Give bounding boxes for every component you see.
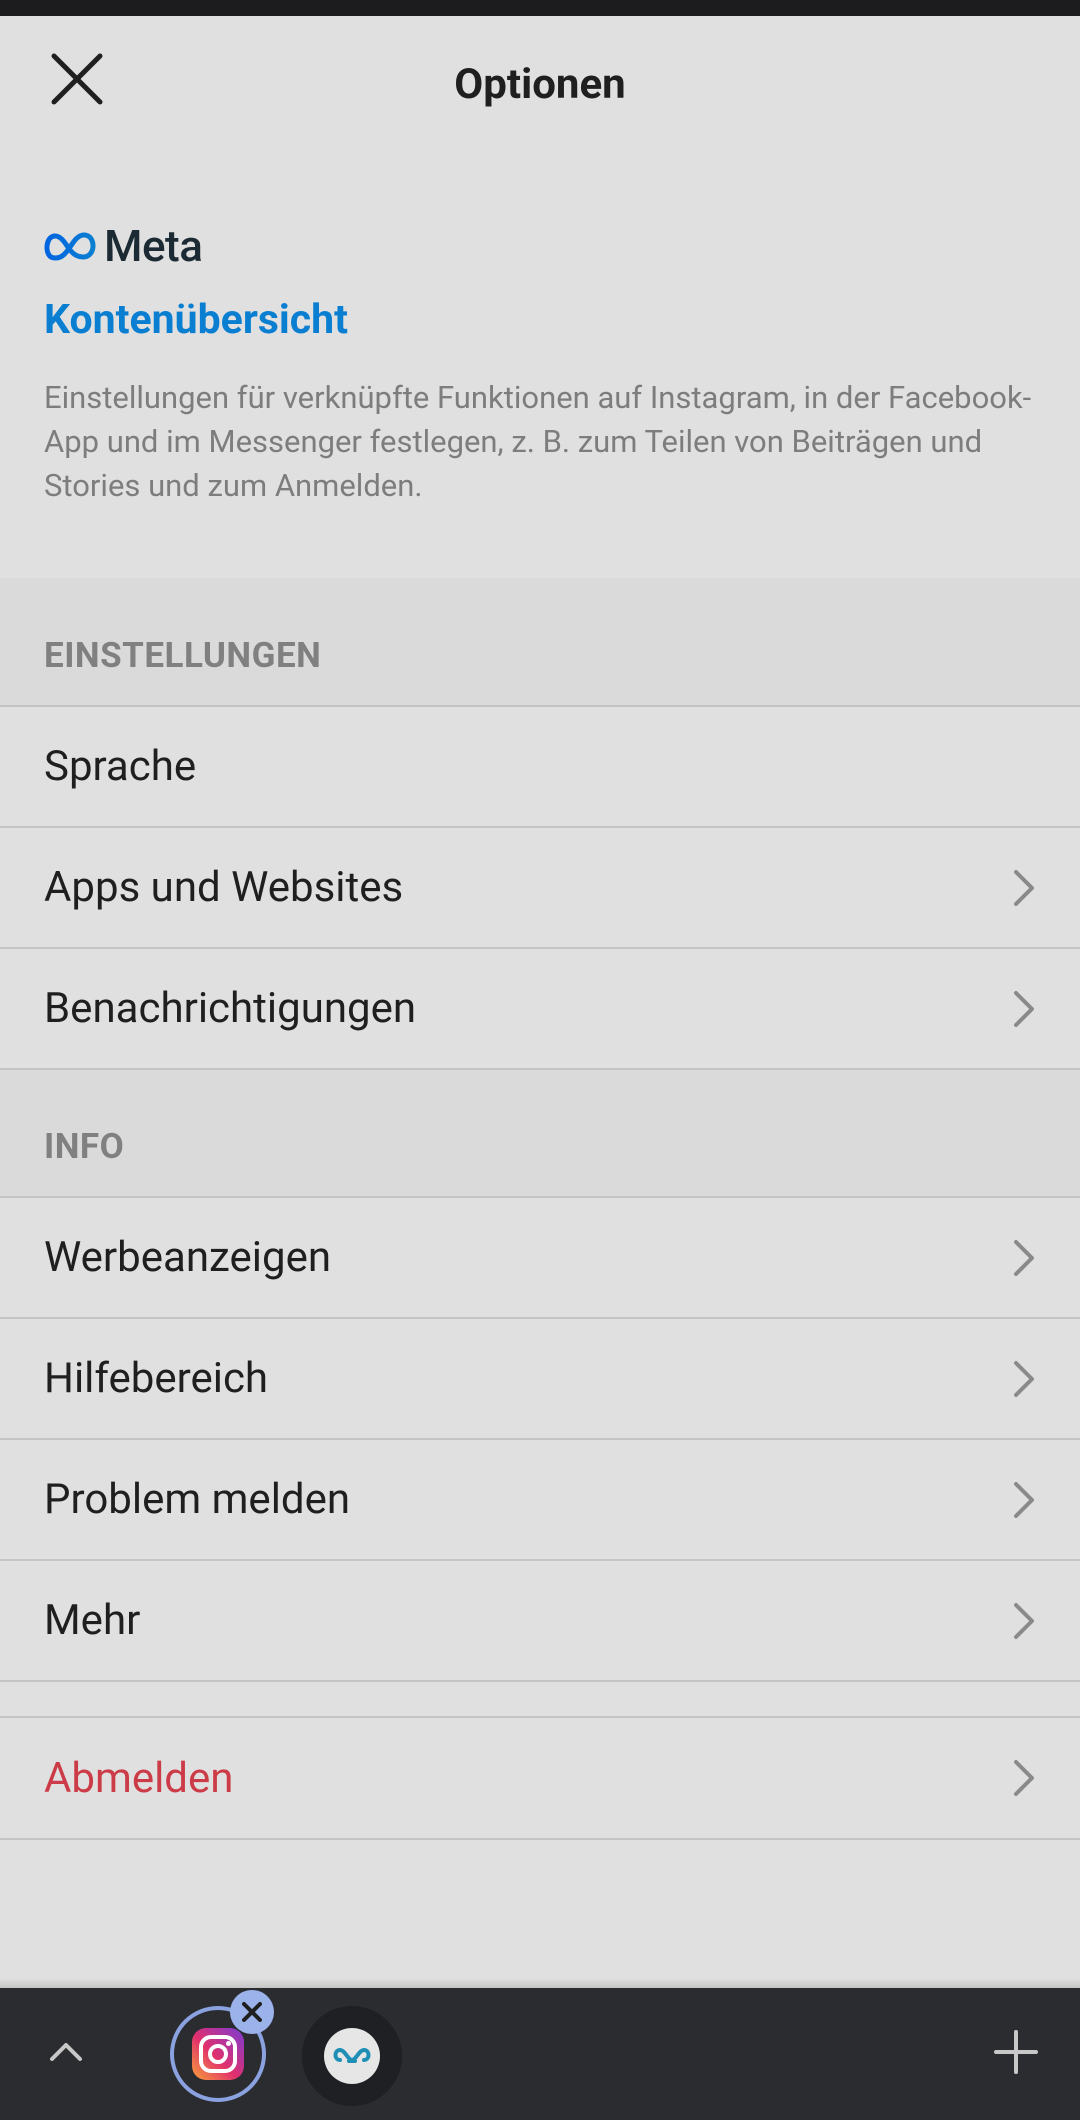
settings-item-language[interactable]: Sprache (0, 705, 1080, 826)
info-item-help[interactable]: Hilfebereich (0, 1317, 1080, 1438)
second-app-button[interactable] (302, 2006, 402, 2106)
item-label: Mehr (44, 1596, 141, 1645)
bottom-bar-shadow (0, 1978, 1080, 1988)
chevron-right-icon (1014, 1360, 1034, 1397)
chevron-right-icon (1014, 1481, 1034, 1518)
info-item-more[interactable]: Mehr (0, 1559, 1080, 1682)
item-label: Sprache (44, 742, 197, 791)
section-header-info: INFO (0, 1068, 1080, 1197)
logout-label: Abmelden (44, 1753, 234, 1803)
item-label: Werbeanzeigen (44, 1233, 332, 1282)
chevron-right-icon (1014, 1239, 1034, 1276)
section-header-settings: EINSTELLUNGEN (0, 578, 1080, 706)
accounts-center-description: Einstellungen für verknüpfte Funktionen … (44, 379, 1032, 504)
app-icon (324, 2028, 380, 2084)
item-label: Hilfebereich (44, 1354, 269, 1403)
status-strip (0, 0, 1080, 16)
chevron-right-icon (1014, 869, 1034, 906)
settings-item-apps-websites[interactable]: Apps und Websites (0, 826, 1080, 947)
page-title: Optionen (454, 60, 626, 109)
item-label: Benachrichtigungen (44, 984, 417, 1033)
chevron-right-icon (1014, 1602, 1034, 1639)
section-title: EINSTELLUNGEN (44, 635, 322, 676)
info-item-report-problem[interactable]: Problem melden (0, 1438, 1080, 1559)
close-app-icon[interactable] (230, 1990, 274, 2034)
item-label: Problem melden (44, 1475, 351, 1524)
logout-button[interactable]: Abmelden (0, 1716, 1080, 1840)
section-title: INFO (44, 1126, 125, 1167)
plus-icon[interactable] (992, 2028, 1040, 2076)
chevron-right-icon (1014, 1760, 1034, 1796)
accounts-center-link[interactable]: Kontenübersicht (44, 296, 348, 344)
chevron-right-icon (1014, 990, 1034, 1027)
chevron-up-icon[interactable] (46, 2032, 86, 2072)
instagram-icon (192, 2028, 244, 2080)
info-item-ads[interactable]: Werbeanzeigen (0, 1196, 1080, 1317)
header: Optionen (0, 16, 1080, 136)
bottom-app-bar (0, 1988, 1080, 2120)
meta-logo: Meta (44, 220, 203, 272)
meta-logo-icon (44, 232, 96, 261)
settings-item-notifications[interactable]: Benachrichtigungen (0, 947, 1080, 1068)
item-label: Apps und Websites (44, 863, 404, 912)
meta-wordmark: Meta (104, 220, 203, 272)
